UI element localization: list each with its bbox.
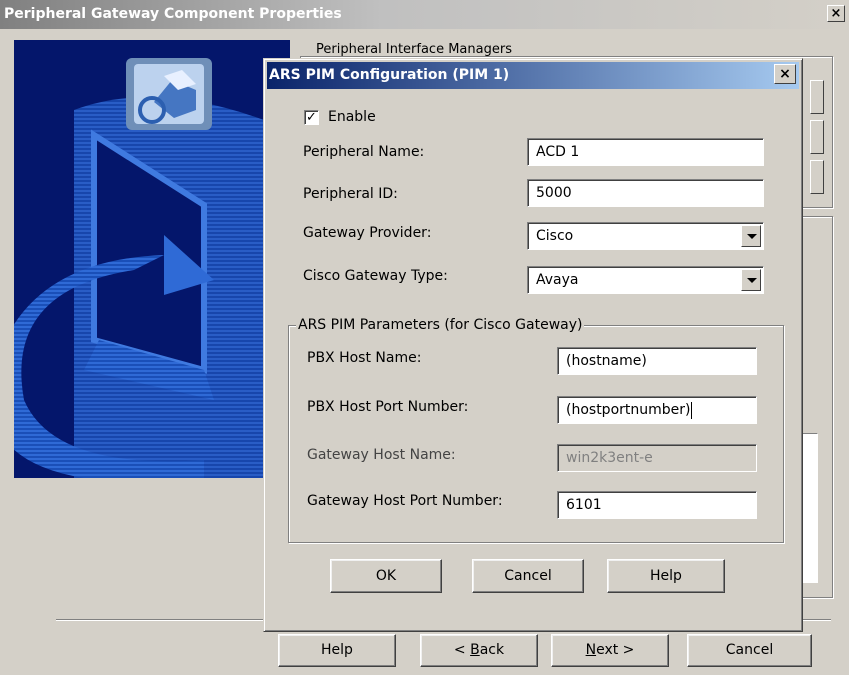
outer-close-icon[interactable]: × [827,5,845,22]
gateway-provider-label: Gateway Provider: [303,225,432,241]
dialog-close-icon[interactable]: × [774,64,796,84]
gateway-provider-value: Cisco [536,228,574,244]
dropdown-arrow-icon[interactable] [741,225,761,247]
pim-remove-button-stub[interactable] [810,160,824,194]
pim-add-button-stub[interactable] [810,80,824,114]
peripheral-id-field[interactable]: 5000 [527,179,764,207]
text-caret [691,401,693,419]
dialog-title: ARS PIM Configuration (PIM 1) [267,62,799,89]
gateway-host-port-field[interactable]: 6101 [557,491,757,519]
gateway-host-name-field: win2k3ent-e [557,444,757,472]
cisco-gateway-type-select[interactable]: Avaya [527,266,764,294]
cisco-gateway-type-value: Avaya [536,272,579,288]
dialog-help-button[interactable]: Help [607,559,725,593]
gateway-provider-select[interactable]: Cisco [527,222,764,250]
dialog-cancel-button[interactable]: Cancel [472,559,584,593]
pim-edit-button-stub[interactable] [810,120,824,154]
outer-window-title: Peripheral Gateway Component Properties [0,0,849,29]
pbx-host-port-label: PBX Host Port Number: [307,399,469,415]
pbx-host-port-value: (hostportnumber) [566,402,691,418]
enable-label: Enable [328,109,376,125]
peripheral-id-label: Peripheral ID: [303,186,398,202]
cisco-gateway-type-label: Cisco Gateway Type: [303,268,448,284]
pbx-host-port-field[interactable]: (hostportnumber) [557,396,757,424]
gateway-host-port-label: Gateway Host Port Number: [307,493,503,509]
ok-button[interactable]: OK [330,559,442,593]
banner-art [14,58,264,478]
gateway-host-name-label: Gateway Host Name: [307,447,456,463]
peripheral-name-label: Peripheral Name: [303,144,425,160]
ars-parameters-group-label: ARS PIM Parameters (for Cisco Gateway) [296,317,585,333]
dropdown-arrow-icon[interactable] [741,269,761,291]
peripheral-name-field[interactable]: ACD 1 [527,138,764,166]
wizard-back-button[interactable]: < Back [420,634,538,667]
pbx-host-name-label: PBX Host Name: [307,350,422,366]
pbx-host-name-field[interactable]: (hostname) [557,347,757,375]
wizard-help-button[interactable]: Help [278,634,396,667]
wizard-cancel-button[interactable]: Cancel [687,634,812,667]
setup-banner-icon [14,40,290,478]
pim-groupbox-label: Peripheral Interface Managers [313,42,515,57]
wizard-next-button[interactable]: Next > [551,634,669,667]
enable-checkbox[interactable]: ✓ [304,110,319,125]
